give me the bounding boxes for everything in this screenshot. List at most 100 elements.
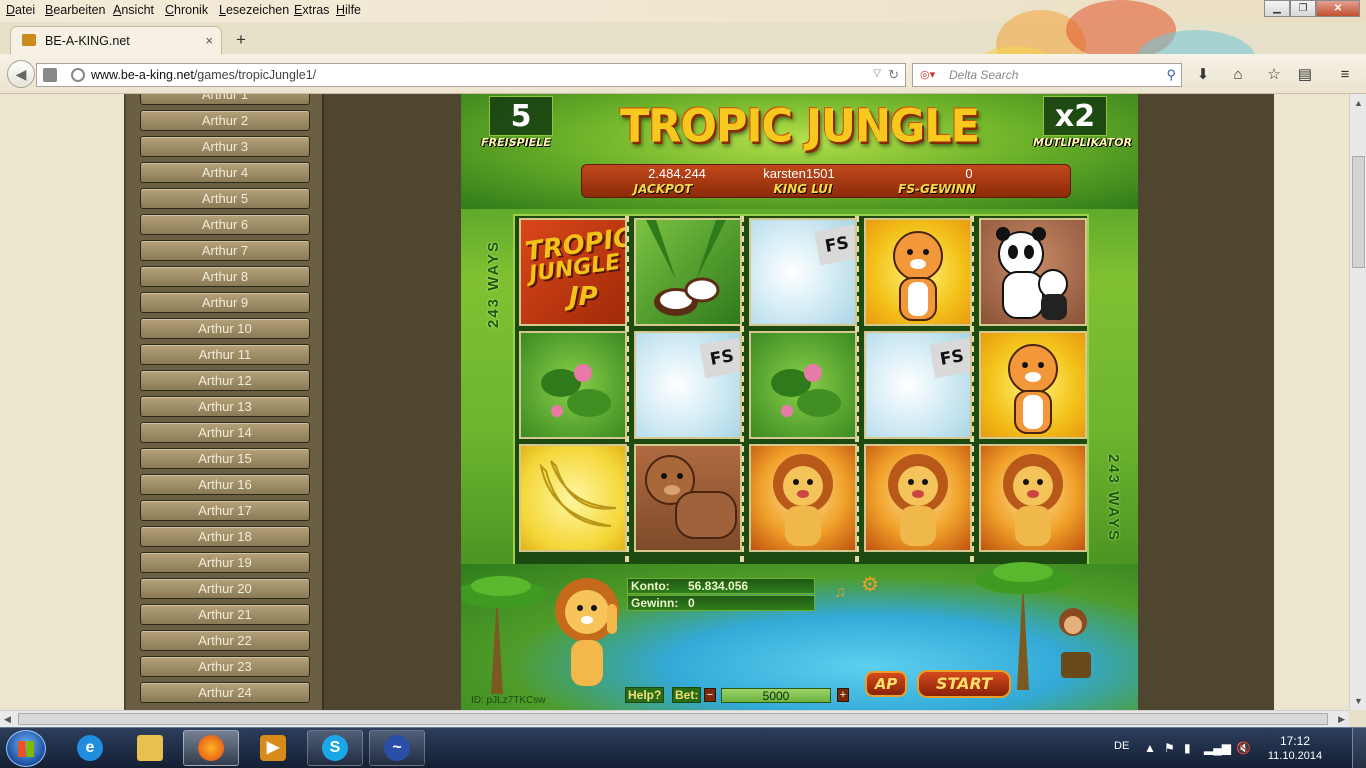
search-engine-icon[interactable]: ◎▾ bbox=[920, 68, 935, 81]
sidebar-item-arthur-23[interactable]: Arthur 23 bbox=[140, 656, 310, 677]
taskbar-explorer[interactable] bbox=[122, 730, 178, 766]
game-session-id: ID: pJLz7TKCsw bbox=[471, 695, 546, 706]
minimize-button[interactable]: ▁ bbox=[1264, 0, 1290, 17]
vertical-scrollbar[interactable]: ▲ ▼ bbox=[1349, 94, 1366, 710]
taskbar-internet-explorer[interactable]: e bbox=[62, 730, 118, 766]
maximize-button[interactable]: ❐ bbox=[1290, 0, 1316, 17]
menu-ansicht[interactable]: Ansicht bbox=[113, 3, 154, 17]
sidebar-item-arthur-6[interactable]: Arthur 6 bbox=[140, 214, 310, 235]
back-button[interactable]: ◀ bbox=[7, 60, 35, 88]
menu-bearbeiten[interactable]: Bearbeiten bbox=[45, 3, 105, 17]
tab-title: BE-A-KING.net bbox=[45, 34, 130, 48]
scroll-up-icon[interactable]: ▲ bbox=[1354, 98, 1363, 108]
sidebar-item-arthur-17[interactable]: Arthur 17 bbox=[140, 500, 310, 521]
scroll-right-icon[interactable]: ▶ bbox=[1338, 714, 1345, 725]
sidebar-item-arthur-2[interactable]: Arthur 2 bbox=[140, 110, 310, 131]
help-button[interactable]: Help? bbox=[625, 687, 665, 703]
sidebar-item-arthur-18[interactable]: Arthur 18 bbox=[140, 526, 310, 547]
app-swoosh-icon: ~ bbox=[384, 735, 410, 761]
address-bar[interactable]: www.be-a-king.net/games/tropicJungle1/ ▽… bbox=[36, 63, 906, 87]
menu-hamburger-icon[interactable]: ≡ bbox=[1336, 66, 1354, 84]
device-icon[interactable]: ▮ bbox=[1184, 741, 1191, 755]
clock-time[interactable]: 17:12 bbox=[1260, 734, 1330, 748]
jackpot-value: 2.484.244 bbox=[648, 166, 706, 181]
taskbar-skype[interactable]: S bbox=[307, 730, 363, 766]
taskbar-firefox[interactable] bbox=[183, 730, 239, 766]
search-icon[interactable]: ⚲ bbox=[1166, 67, 1176, 83]
autoplay-button[interactable]: AP bbox=[865, 671, 907, 697]
language-indicator[interactable]: DE bbox=[1114, 740, 1129, 752]
flower-icon bbox=[541, 364, 611, 417]
menu-extras[interactable]: Extras bbox=[294, 3, 329, 17]
menu-lesezeichen[interactable]: Lesezeichen bbox=[219, 3, 289, 17]
sidebar-item-arthur-14[interactable]: Arthur 14 bbox=[140, 422, 310, 443]
bookmark-star-icon[interactable]: ☆ bbox=[1265, 66, 1283, 84]
tab-bar: BE-A-KING.net × + bbox=[0, 22, 1366, 54]
sidebar-item-arthur-11[interactable]: Arthur 11 bbox=[140, 344, 310, 365]
vertical-scroll-thumb[interactable] bbox=[1352, 156, 1365, 268]
sidebar-item-arthur-24[interactable]: Arthur 24 bbox=[140, 682, 310, 703]
settings-gear-icon[interactable]: ⚙ bbox=[861, 572, 879, 597]
url-text[interactable]: www.be-a-king.net/games/tropicJungle1/ bbox=[91, 68, 316, 82]
show-hidden-icons-icon[interactable]: ▲ bbox=[1144, 741, 1156, 755]
history-dropdown-icon[interactable]: ▽ bbox=[873, 68, 881, 79]
tab-be-a-king[interactable]: BE-A-KING.net × bbox=[10, 26, 222, 54]
sidebar-item-arthur-21[interactable]: Arthur 21 bbox=[140, 604, 310, 625]
network-signal-icon[interactable]: ▂▄▆ bbox=[1204, 741, 1231, 755]
symbol-coconut bbox=[634, 218, 742, 326]
music-toggle-icon[interactable]: ♫ bbox=[834, 584, 846, 602]
new-tab-button[interactable]: + bbox=[236, 30, 246, 50]
taskbar-media-player[interactable]: ▶ bbox=[245, 730, 301, 766]
system-tray: DE ▲ ⚑ ▮ ▂▄▆ 🔇 17:12 11.10.2014 bbox=[1106, 728, 1366, 768]
menu-hilfe[interactable]: Hilfe bbox=[336, 3, 361, 17]
slot-game: 5 FREISPIELE x2 MUTLIPLIKATOR TROPIC JUN… bbox=[461, 94, 1138, 710]
bet-increase-button[interactable]: + bbox=[837, 688, 849, 702]
bet-decrease-button[interactable]: − bbox=[704, 688, 716, 702]
globe-icon bbox=[71, 68, 85, 82]
sidebar-item-arthur-22[interactable]: Arthur 22 bbox=[140, 630, 310, 651]
scroll-left-icon[interactable]: ◀ bbox=[4, 714, 11, 725]
show-desktop-button[interactable] bbox=[1352, 728, 1366, 768]
horizontal-scroll-thumb[interactable] bbox=[18, 713, 1328, 725]
horizontal-scrollbar[interactable]: ◀ ▶ bbox=[0, 710, 1349, 727]
volume-muted-icon[interactable]: 🔇 bbox=[1236, 741, 1251, 755]
clock-date[interactable]: 11.10.2014 bbox=[1260, 750, 1330, 762]
sidebar-item-arthur-13[interactable]: Arthur 13 bbox=[140, 396, 310, 417]
symbol-lion bbox=[864, 444, 972, 552]
symbol-tropic-jungle-jp: TROPIC JUNGLE JP bbox=[519, 218, 627, 326]
home-icon[interactable]: ⌂ bbox=[1229, 66, 1247, 84]
sidebar-item-arthur-7[interactable]: Arthur 7 bbox=[140, 240, 310, 261]
action-center-flag-icon[interactable]: ⚑ bbox=[1164, 741, 1175, 755]
search-input[interactable]: Delta Search bbox=[949, 68, 1018, 82]
sidebar-item-arthur-10[interactable]: Arthur 10 bbox=[140, 318, 310, 339]
search-bar[interactable]: ◎▾ Delta Search ⚲ bbox=[912, 63, 1182, 87]
bookmarks-list-icon[interactable]: ▤ bbox=[1296, 66, 1314, 84]
sidebar-item-arthur-5[interactable]: Arthur 5 bbox=[140, 188, 310, 209]
konto-value: 56.834.056 bbox=[688, 579, 749, 593]
reload-icon[interactable]: ↻ bbox=[888, 67, 899, 83]
sidebar-item-arthur-20[interactable]: Arthur 20 bbox=[140, 578, 310, 599]
sidebar-item-arthur-9[interactable]: Arthur 9 bbox=[140, 292, 310, 313]
sidebar-item-arthur-8[interactable]: Arthur 8 bbox=[140, 266, 310, 287]
gewinn-label: Gewinn: bbox=[631, 596, 679, 610]
konto-row: Konto: 56.834.056 bbox=[627, 578, 815, 594]
symbol-bear bbox=[634, 444, 742, 552]
taskbar-app[interactable]: ~ bbox=[369, 730, 425, 766]
close-window-button[interactable]: ✕ bbox=[1316, 0, 1360, 17]
tab-close-icon[interactable]: × bbox=[205, 33, 213, 48]
download-icon[interactable]: ⬇ bbox=[1194, 66, 1212, 84]
sidebar-item-arthur-3[interactable]: Arthur 3 bbox=[140, 136, 310, 157]
sidebar-item-arthur-15[interactable]: Arthur 15 bbox=[140, 448, 310, 469]
start-button[interactable]: START bbox=[917, 670, 1011, 698]
sidebar-item-arthur-19[interactable]: Arthur 19 bbox=[140, 552, 310, 573]
monkey-icon bbox=[1059, 608, 1091, 678]
gewinn-value: 0 bbox=[688, 596, 695, 610]
scroll-down-icon[interactable]: ▼ bbox=[1354, 696, 1363, 706]
sidebar-item-arthur-4[interactable]: Arthur 4 bbox=[140, 162, 310, 183]
menu-chronik[interactable]: Chronik bbox=[165, 3, 208, 17]
symbol-lion bbox=[749, 444, 857, 552]
sidebar-item-arthur-16[interactable]: Arthur 16 bbox=[140, 474, 310, 495]
sidebar-item-arthur-12[interactable]: Arthur 12 bbox=[140, 370, 310, 391]
menu-datei[interactable]: Datei bbox=[6, 3, 35, 17]
windows-start-button[interactable] bbox=[6, 730, 46, 767]
